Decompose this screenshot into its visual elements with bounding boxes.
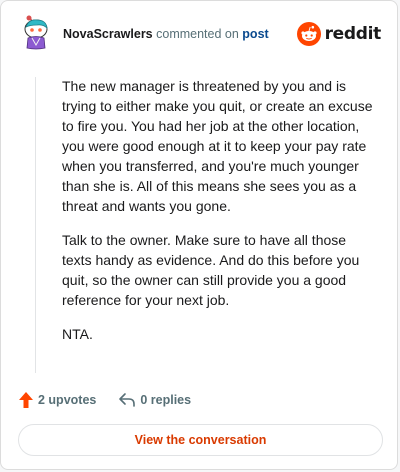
snoo-avatar-icon [24, 15, 48, 50]
action-text: commented on [156, 27, 239, 41]
reddit-brand[interactable]: reddit [296, 21, 382, 47]
comment-meta: NovaScrawlers commented on post [63, 26, 269, 42]
upvote-arrow-icon [19, 392, 33, 408]
comment-body: The new manager is threatened by you and… [62, 76, 378, 358]
view-conversation-button[interactable]: View the conversation [18, 424, 383, 456]
upvote-label: 2 upvotes [38, 393, 97, 407]
comment-header: NovaScrawlers commented on post reddit [1, 1, 397, 67]
reddit-logo-icon [296, 22, 321, 46]
reply-label: 0 replies [140, 393, 192, 407]
thread-line [35, 77, 36, 373]
avatar[interactable] [19, 15, 53, 51]
comment-paragraph: Talk to the owner. Make sure to have all… [62, 232, 360, 308]
reply-count[interactable]: 0 replies [118, 392, 191, 408]
post-link[interactable]: post [242, 27, 268, 41]
comment-footer: 2 upvotes 0 replies [18, 389, 191, 411]
brand-wordmark: reddit [324, 24, 382, 44]
reply-icon [119, 393, 136, 407]
comment-paragraph: NTA. [62, 326, 93, 342]
comment-paragraph: The new manager is threatened by you and… [62, 78, 373, 214]
username-link[interactable]: NovaScrawlers [63, 27, 153, 41]
comment-embed-card: NovaScrawlers commented on post reddit T… [0, 0, 398, 470]
upvote-count[interactable]: 2 upvotes [18, 391, 96, 409]
